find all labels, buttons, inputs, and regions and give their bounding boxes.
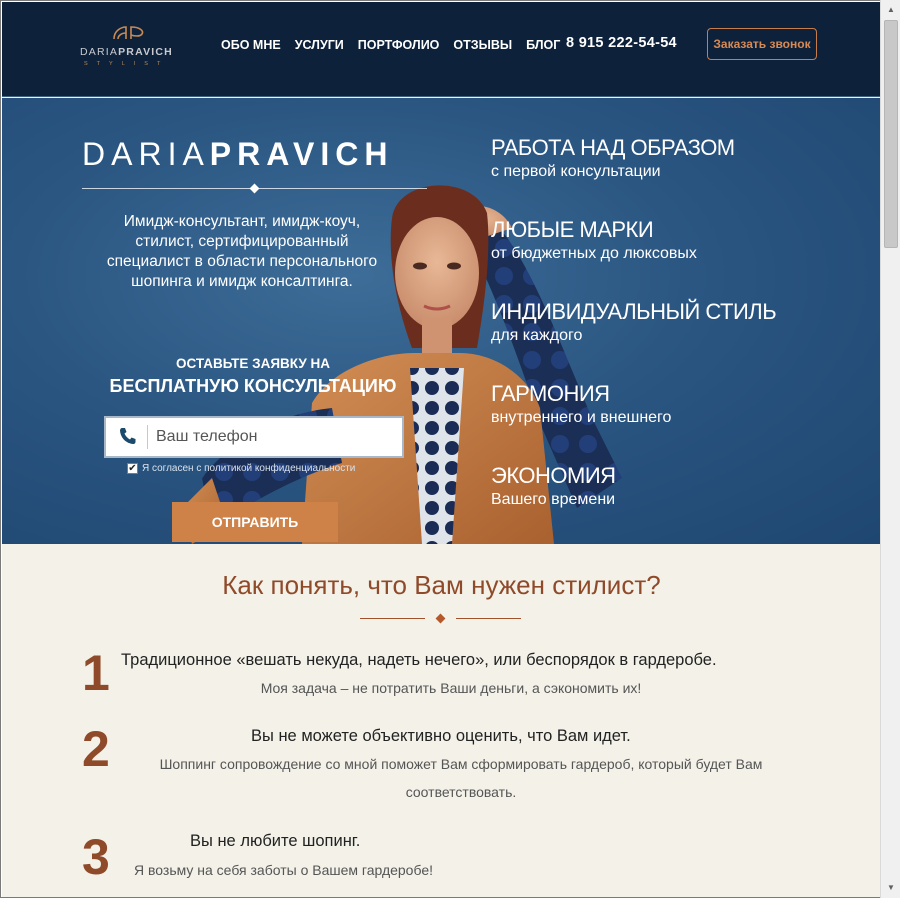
benefit-subtitle: от бюджетных до люксовых <box>491 245 697 262</box>
section-divider-right <box>456 618 521 619</box>
benefit-title: РАБОТА НАД ОБРАЗОМ <box>491 135 735 160</box>
privacy-agreement[interactable]: ✔ Я согласен с политикой конфиденциально… <box>127 463 355 474</box>
reason-title: Традиционное «вешать некуда, надеть нече… <box>121 651 717 669</box>
nav-reviews[interactable]: ОТЗЫВЫ <box>453 38 512 52</box>
reason-text: Шоппинг сопровождение со мной поможет Ва… <box>159 756 763 800</box>
header-phone[interactable]: 8 915 222-54-54 <box>566 35 677 51</box>
phone-input[interactable] <box>156 423 396 451</box>
page-viewport: DARIAPRAVICH STYLIST ОБО МНЕ УСЛУГИ ПОРТ… <box>2 2 881 897</box>
benefit-title: ГАРМОНИЯ <box>491 381 610 406</box>
nav-services[interactable]: УСЛУГИ <box>295 38 344 52</box>
vertical-scrollbar[interactable]: ▲ ▼ <box>880 0 900 898</box>
benefit-item: ИНДИВИДУАЛЬНЫЙ СТИЛЬ для каждого <box>491 299 871 381</box>
reason-number: 3 <box>82 829 110 885</box>
benefit-item: ГАРМОНИЯ внутреннего и внешнего <box>491 381 871 463</box>
hero-brand: DARIAPRAVICH <box>82 136 394 172</box>
benefit-title: ЛЮБЫЕ МАРКИ <box>491 217 654 242</box>
scrollbar-thumb[interactable] <box>884 20 898 248</box>
logo-subtitle: STYLIST <box>84 61 170 67</box>
benefit-subtitle: внутреннего и внешнего <box>491 409 672 426</box>
phone-icon <box>120 428 136 444</box>
benefit-item: ЭКОНОМИЯ Вашего времени <box>491 463 871 544</box>
benefits-list: РАБОТА НАД ОБРАЗОМ с первой консультации… <box>491 135 871 544</box>
reason-number: 1 <box>82 645 110 701</box>
nav-about[interactable]: ОБО МНЕ <box>221 38 281 52</box>
main-nav: ОБО МНЕ УСЛУГИ ПОРТФОЛИО ОТЗЫВЫ БЛОГ <box>221 38 574 52</box>
why-stylist-section: Как понять, что Вам нужен стилист? 1 Тра… <box>2 544 881 897</box>
reason-title: Вы не любите шопинг. <box>190 832 361 850</box>
nav-portfolio[interactable]: ПОРТФОЛИО <box>358 38 440 52</box>
browser-frame: DARIAPRAVICH STYLIST ОБО МНЕ УСЛУГИ ПОРТ… <box>0 0 900 898</box>
agree-checkbox[interactable]: ✔ <box>127 463 138 474</box>
benefit-subtitle: с первой консультации <box>491 163 661 180</box>
section-divider-left <box>360 618 425 619</box>
cta-heading-2: БЕСПЛАТНУЮ КОНСУЛЬТАЦИЮ <box>109 376 397 396</box>
phone-field-separator <box>147 425 148 449</box>
benefit-item: ЛЮБЫЕ МАРКИ от бюджетных до люксовых <box>491 217 871 299</box>
reason-number: 2 <box>82 721 110 777</box>
submit-button[interactable]: ОТПРАВИТЬ <box>172 502 338 542</box>
section-divider-diamond <box>435 613 446 624</box>
order-call-button[interactable]: Заказать звонок <box>707 28 817 60</box>
logo[interactable]: DARIAPRAVICH STYLIST <box>80 24 180 70</box>
benefit-title: ИНДИВИДУАЛЬНЫЙ СТИЛЬ <box>491 299 777 324</box>
reason-title: Вы не можете объективно оценить, что Вам… <box>251 727 631 745</box>
benefit-subtitle: для каждого <box>491 327 583 344</box>
hero-description: Имидж-консультант, имидж-коуч, стилист, … <box>106 213 378 290</box>
reason-text: Моя задача – не потратить Ваши деньги, а… <box>260 680 642 696</box>
benefit-subtitle: Вашего времени <box>491 491 616 508</box>
benefit-title: ЭКОНОМИЯ <box>491 463 616 488</box>
phone-field[interactable] <box>104 416 404 458</box>
reason-text: Я возьму на себя заботы о Вашем гардероб… <box>133 862 434 878</box>
agree-label: Я согласен с политикой конфиденциальност… <box>142 463 356 474</box>
cta-heading-1: ОСТАВЬТЕ ЗАЯВКУ НА <box>175 356 331 371</box>
scroll-down-arrow-icon[interactable]: ▼ <box>883 880 899 896</box>
nav-blog[interactable]: БЛОГ <box>526 38 560 52</box>
benefit-item: РАБОТА НАД ОБРАЗОМ с первой консультации <box>491 135 871 217</box>
logo-monogram-icon <box>113 26 144 40</box>
hero-section: DARIAPRAVICH Имидж-консультант, имидж-ко… <box>2 98 881 544</box>
section-title: Как понять, что Вам нужен стилист? <box>222 570 661 600</box>
scroll-up-arrow-icon[interactable]: ▲ <box>883 2 899 18</box>
logo-text: DARIAPRAVICH <box>80 46 173 58</box>
site-header: DARIAPRAVICH STYLIST ОБО МНЕ УСЛУГИ ПОРТ… <box>2 2 881 97</box>
